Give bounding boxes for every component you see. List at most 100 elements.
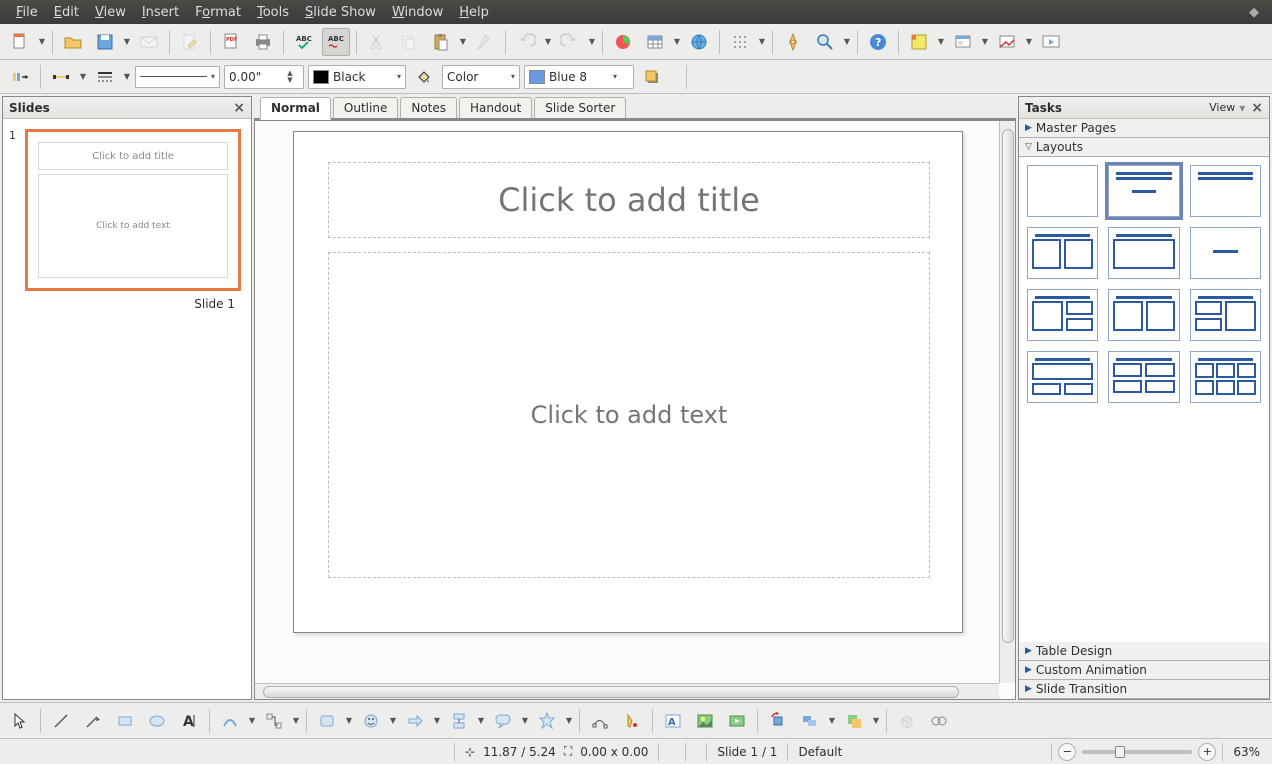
symbol-shapes-icon[interactable] — [357, 707, 385, 735]
layout-title-content[interactable] — [1108, 165, 1179, 217]
vertical-scrollbar[interactable] — [999, 121, 1015, 683]
grid-dropdown[interactable]: ▼ — [758, 37, 766, 46]
curve-tool-icon[interactable] — [216, 707, 244, 735]
section-table-design[interactable]: ▶ Table Design — [1019, 642, 1269, 661]
line-style-combo[interactable]: ▾ — [135, 66, 220, 88]
align-dropdown[interactable]: ▼ — [828, 716, 836, 725]
hyperlink-icon[interactable] — [685, 28, 713, 56]
undo-dropdown[interactable]: ▼ — [544, 37, 552, 46]
slides-panel-close-icon[interactable]: × — [233, 100, 245, 116]
menu-view[interactable]: View — [87, 3, 134, 22]
status-page-style[interactable]: Default — [794, 745, 846, 759]
navigator-icon[interactable] — [779, 28, 807, 56]
arrange-dropdown[interactable]: ▼ — [872, 716, 880, 725]
new-dropdown[interactable]: ▼ — [38, 37, 46, 46]
section-custom-animation[interactable]: ▶ Custom Animation — [1019, 661, 1269, 680]
stars-icon[interactable] — [533, 707, 561, 735]
start-slideshow-icon[interactable] — [1037, 28, 1065, 56]
layout-six-boxes[interactable] — [1190, 351, 1261, 403]
layout-two-content-b[interactable] — [1027, 289, 1098, 341]
arrange-icon[interactable] — [840, 707, 868, 735]
fontwork-icon[interactable]: A — [659, 707, 687, 735]
select-tool-icon[interactable] — [6, 707, 34, 735]
interaction-icon[interactable] — [925, 707, 953, 735]
tab-slidesorter[interactable]: Slide Sorter — [534, 97, 626, 118]
tab-notes[interactable]: Notes — [400, 97, 457, 118]
paste-dropdown[interactable]: ▼ — [459, 37, 467, 46]
new-document-icon[interactable] — [6, 28, 34, 56]
email-icon[interactable] — [135, 28, 163, 56]
fill-color-combo[interactable]: Blue 8 ▾ — [524, 65, 634, 89]
slide-canvas[interactable]: Click to add title Click to add text — [293, 131, 963, 633]
line-tool-icon[interactable] — [47, 707, 75, 735]
save-icon[interactable] — [91, 28, 119, 56]
symbol-shapes-dropdown[interactable]: ▼ — [389, 716, 397, 725]
open-icon[interactable] — [59, 28, 87, 56]
slide-design-dropdown[interactable]: ▼ — [981, 37, 989, 46]
align-icon[interactable] — [796, 707, 824, 735]
layout-content[interactable] — [1108, 227, 1179, 279]
zoom-slider[interactable] — [1082, 750, 1192, 754]
layout-title-content-over-two[interactable] — [1027, 351, 1098, 403]
zoom-dropdown[interactable]: ▼ — [843, 37, 851, 46]
connector-tool-icon[interactable] — [260, 707, 288, 735]
flowchart-icon[interactable] — [445, 707, 473, 735]
block-arrows-icon[interactable] — [401, 707, 429, 735]
area-fill-icon[interactable] — [410, 63, 438, 91]
tasks-panel-close-icon[interactable]: × — [1251, 100, 1263, 116]
glue-points-icon[interactable] — [618, 707, 646, 735]
line-ends-dropdown[interactable]: ▼ — [79, 72, 87, 81]
paste-icon[interactable] — [427, 28, 455, 56]
grid-icon[interactable] — [726, 28, 754, 56]
slide-layout-dropdown[interactable]: ▼ — [1025, 37, 1033, 46]
menu-window[interactable]: Window — [384, 3, 451, 22]
table-dropdown[interactable]: ▼ — [673, 37, 681, 46]
menu-file[interactable]: File — [8, 3, 46, 22]
basic-shapes-dropdown[interactable]: ▼ — [345, 716, 353, 725]
curve-dropdown[interactable]: ▼ — [248, 716, 256, 725]
help-icon[interactable]: ? — [864, 28, 892, 56]
menu-edit[interactable]: Edit — [46, 3, 87, 22]
insert-av-icon[interactable] — [723, 707, 751, 735]
zoom-icon[interactable] — [811, 28, 839, 56]
menu-tools[interactable]: Tools — [249, 3, 297, 22]
auto-spellcheck-icon[interactable]: ABC — [322, 28, 350, 56]
zoom-in-button[interactable]: + — [1198, 743, 1216, 761]
slide-design-icon[interactable] — [949, 28, 977, 56]
layout-title-two-content-v[interactable] — [1190, 289, 1261, 341]
extrusion-icon[interactable] — [893, 707, 921, 735]
layout-blank[interactable] — [1027, 165, 1098, 217]
rotate-icon[interactable] — [764, 707, 792, 735]
connector-dropdown[interactable]: ▼ — [292, 716, 300, 725]
from-file-icon[interactable] — [691, 707, 719, 735]
points-edit-icon[interactable] — [586, 707, 614, 735]
rectangle-tool-icon[interactable] — [111, 707, 139, 735]
print-icon[interactable] — [249, 28, 277, 56]
content-placeholder[interactable]: Click to add text — [328, 252, 930, 578]
tab-handout[interactable]: Handout — [459, 97, 532, 118]
format-paintbrush-icon[interactable] — [471, 28, 499, 56]
layout-two-content[interactable] — [1027, 227, 1098, 279]
spinner-arrows[interactable]: ▲▼ — [281, 70, 299, 84]
redo-dropdown[interactable]: ▼ — [588, 37, 596, 46]
fill-type-combo[interactable]: Color ▾ — [442, 65, 520, 89]
basic-shapes-icon[interactable] — [313, 707, 341, 735]
section-master-pages[interactable]: ▶ Master Pages — [1019, 119, 1269, 138]
copy-icon[interactable] — [395, 28, 423, 56]
callouts-dropdown[interactable]: ▼ — [521, 716, 529, 725]
export-pdf-icon[interactable]: PDF — [217, 28, 245, 56]
tab-normal[interactable]: Normal — [260, 97, 331, 120]
line-style-dropdown[interactable]: ▼ — [123, 72, 131, 81]
spellcheck-icon[interactable]: ABC — [290, 28, 318, 56]
layout-title-only[interactable] — [1190, 165, 1261, 217]
tab-outline[interactable]: Outline — [333, 97, 398, 118]
slide-workspace[interactable]: Click to add title Click to add text — [254, 120, 1016, 700]
layout-centered-text[interactable] — [1190, 227, 1261, 279]
table-icon[interactable] — [641, 28, 669, 56]
line-ends-icon[interactable] — [47, 63, 75, 91]
stars-dropdown[interactable]: ▼ — [565, 716, 573, 725]
section-layouts[interactable]: ▽ Layouts — [1019, 138, 1269, 157]
block-arrows-dropdown[interactable]: ▼ — [433, 716, 441, 725]
zoom-percentage[interactable]: 63% — [1229, 745, 1264, 759]
gallery-dropdown[interactable]: ▼ — [937, 37, 945, 46]
